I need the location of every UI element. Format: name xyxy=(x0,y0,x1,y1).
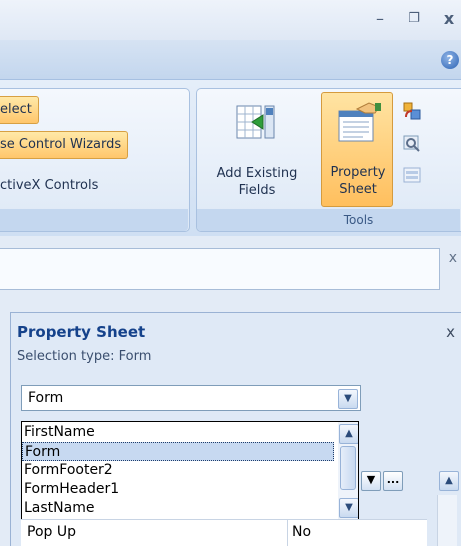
add-existing-fields-label-2: Fields xyxy=(238,183,276,198)
view-code-icon[interactable] xyxy=(402,133,422,153)
dropdown-scroll-thumb[interactable] xyxy=(340,446,356,490)
close-window-button[interactable]: x xyxy=(437,8,461,30)
property-sheet-label-1: Property xyxy=(330,165,386,180)
property-sheet-label-2: Sheet xyxy=(339,182,377,197)
dropdown-item-lastname[interactable]: LastName xyxy=(22,499,334,518)
ribbon-tab-strip: ? xyxy=(0,40,461,80)
property-sheet-button[interactable]: Property Sheet xyxy=(321,92,393,207)
select-button-label: elect xyxy=(0,102,32,117)
dropdown-item-formheader1[interactable]: FormHeader1 xyxy=(22,480,334,499)
property-row-name-cell[interactable]: Pop Up xyxy=(21,519,299,546)
dropdown-item-form[interactable]: Form xyxy=(22,442,334,461)
select-button[interactable]: elect xyxy=(0,96,39,124)
chevron-down-icon[interactable]: ▼ xyxy=(338,389,358,409)
property-sheet-icon xyxy=(338,102,381,142)
convert-macros-icon[interactable] xyxy=(402,165,422,185)
add-existing-fields-button[interactable]: Add Existing Fields xyxy=(201,92,313,207)
window-title-bar: – ❐ x xyxy=(0,0,461,40)
property-value: No xyxy=(292,524,312,540)
add-existing-fields-label-1: Add Existing xyxy=(216,166,298,181)
minimize-button[interactable]: – xyxy=(368,8,392,30)
dropdown-item-formfooter2[interactable]: FormFooter2 xyxy=(22,461,334,480)
property-sheet-close-button[interactable]: x xyxy=(446,323,455,341)
property-sheet-title: Property Sheet xyxy=(17,323,146,341)
object-selector-combo[interactable]: Form ▼ xyxy=(21,385,361,411)
object-selector-value: Form xyxy=(28,390,64,406)
dropdown-item-firstname[interactable]: FirstName xyxy=(22,423,334,442)
controls-group-caption xyxy=(0,209,188,231)
scroll-down-icon[interactable]: ▼ xyxy=(339,498,358,518)
tools-group: Add Existing Fields Property Sheet Tools xyxy=(196,88,461,232)
dropdown-scrollbar[interactable]: ▲ ▼ xyxy=(338,422,358,520)
activex-controls-button[interactable]: ctiveX Controls xyxy=(0,173,98,199)
selection-type-value: Form xyxy=(118,349,152,364)
form-document-tab[interactable] xyxy=(0,248,440,290)
property-dropdown-icon[interactable]: ▼ xyxy=(361,471,381,491)
help-icon[interactable]: ? xyxy=(441,51,459,69)
restore-button[interactable]: ❐ xyxy=(402,8,426,30)
property-builder-row: ▼ ... ▲ xyxy=(361,471,461,495)
property-grid-scrollbar[interactable] xyxy=(437,495,457,546)
selection-type-label: Selection type: xyxy=(17,349,115,364)
close-document-button[interactable]: x xyxy=(449,250,457,266)
builder-button[interactable]: ... xyxy=(383,471,403,491)
activex-controls-label: ctiveX Controls xyxy=(0,178,99,193)
selection-type: Selection type: Form xyxy=(17,349,151,364)
property-sheet-pane: Property Sheet x Selection type: Form Fo… xyxy=(10,312,461,546)
use-control-wizards-label: se Control Wizards xyxy=(0,137,122,152)
tab-order-icon[interactable] xyxy=(402,101,422,121)
scroll-up-icon[interactable]: ▲ xyxy=(339,424,358,444)
property-row-value-cell[interactable]: No xyxy=(287,519,427,546)
use-control-wizards-button[interactable]: se Control Wizards xyxy=(0,131,129,159)
tools-group-caption: Tools xyxy=(197,209,460,231)
grid-scroll-up-icon[interactable]: ▲ xyxy=(439,471,459,491)
property-name: Pop Up xyxy=(27,524,76,540)
add-fields-icon xyxy=(236,105,275,139)
controls-group: elect se Control Wizards ctiveX Controls xyxy=(0,88,190,232)
ribbon: elect se Control Wizards ctiveX Controls xyxy=(0,80,461,236)
object-dropdown-list[interactable]: FirstName Form FormFooter2 FormHeader1 L… xyxy=(21,421,359,521)
